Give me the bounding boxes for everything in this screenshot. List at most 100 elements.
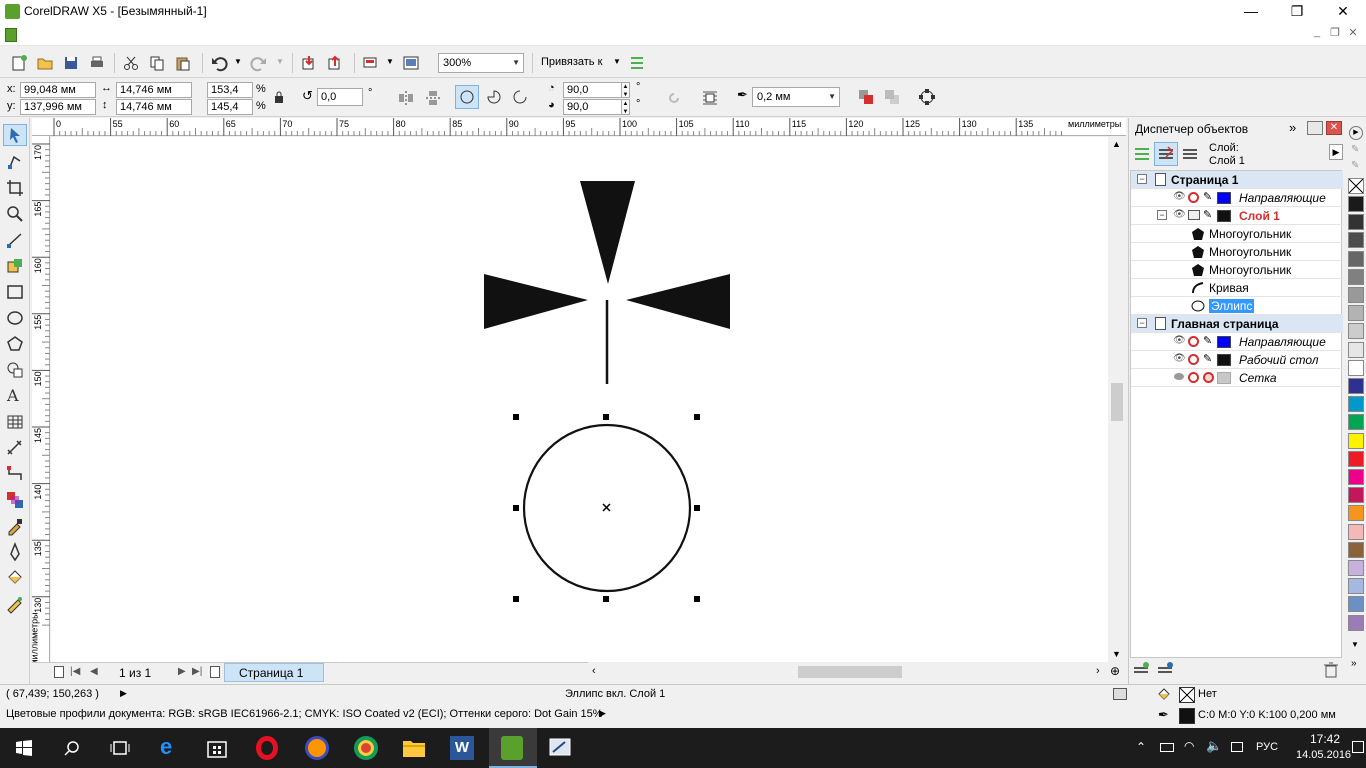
volume-icon[interactable]: 🔈 <box>1206 738 1222 754</box>
palette-swatch[interactable] <box>1348 378 1364 394</box>
mdi-minimize-button[interactable]: _ <box>1310 26 1324 38</box>
eyedropper-tool-icon[interactable] <box>5 516 25 536</box>
tree-row-layer[interactable]: Сетка <box>1131 369 1343 387</box>
tree-row-object[interactable]: Многоугольник <box>1131 243 1343 261</box>
scroll-left-icon[interactable]: ‹ <box>592 665 596 677</box>
dimension-tool-icon[interactable] <box>5 438 25 458</box>
layer-color-swatch[interactable] <box>1217 192 1231 204</box>
mirror-horizontal-icon[interactable] <box>397 89 415 107</box>
fill-tool-icon[interactable] <box>5 568 25 588</box>
selection-handle[interactable] <box>513 596 519 602</box>
vertical-ruler[interactable]: 170 165 160 155 150 145 140 135 130 миллиметры <box>30 136 50 666</box>
options-icon[interactable] <box>628 54 646 72</box>
minimize-button[interactable]: — <box>1228 0 1274 24</box>
freehand-tool-icon[interactable] <box>5 230 25 250</box>
scroll-right-icon[interactable]: › <box>1096 665 1100 677</box>
new-document-icon[interactable] <box>10 54 28 72</box>
palette-flyout-icon[interactable]: ▶ <box>1349 126 1363 140</box>
pencil-icon[interactable]: ✎ <box>1203 190 1212 203</box>
undo-dropdown-icon[interactable]: ▼ <box>234 57 242 66</box>
paste-icon[interactable] <box>174 54 192 72</box>
palette-expand-icon[interactable]: » <box>1351 658 1357 669</box>
collapse-icon[interactable]: − <box>1157 210 1167 220</box>
corel-capture-icon[interactable] <box>549 737 571 759</box>
redo-icon[interactable] <box>250 54 268 72</box>
palette-swatch[interactable] <box>1348 232 1364 249</box>
end-angle-spin[interactable]: ▲ ▼ <box>621 99 630 115</box>
polygon-left[interactable] <box>484 274 588 329</box>
opera-icon[interactable] <box>256 736 278 760</box>
no-print-icon[interactable] <box>1188 372 1199 383</box>
task-view-icon[interactable] <box>110 740 130 756</box>
action-center-icon[interactable] <box>1352 741 1364 753</box>
palette-swatch[interactable] <box>1348 505 1364 522</box>
text-tool-icon[interactable]: A <box>7 386 19 405</box>
palette-swatch[interactable] <box>1348 341 1364 358</box>
horizontal-scroll-thumb[interactable] <box>798 666 902 678</box>
cut-icon[interactable] <box>122 54 140 72</box>
center-marker-icon[interactable] <box>602 503 611 512</box>
firefox-icon[interactable] <box>305 736 329 760</box>
to-back-icon[interactable] <box>883 88 901 106</box>
palette-swatch[interactable] <box>1348 250 1364 267</box>
printer-icon[interactable] <box>1188 210 1200 220</box>
palette-swatch[interactable] <box>1348 614 1364 631</box>
palette-swatch[interactable] <box>1348 287 1364 303</box>
vertical-scroll-thumb[interactable] <box>1111 383 1123 421</box>
redo-dropdown-icon[interactable]: ▼ <box>276 57 284 66</box>
import-icon[interactable] <box>300 54 318 72</box>
show-object-properties-icon[interactable] <box>1132 144 1152 164</box>
color-profiles-info[interactable]: Цветовые профили документа: RGB: sRGB IE… <box>6 708 603 720</box>
snapshot-icon[interactable] <box>1113 688 1127 700</box>
palette-swatch[interactable] <box>1348 214 1364 231</box>
page-tab[interactable]: Страница 1 <box>224 663 324 682</box>
next-page-icon[interactable]: ▶ <box>178 666 186 677</box>
scale-y-field[interactable]: 145,4 <box>207 99 253 115</box>
scroll-up-icon[interactable]: ▲ <box>1112 139 1121 149</box>
vertical-scrollbar[interactable]: ▲ ▼ <box>1108 137 1126 662</box>
basic-shapes-tool-icon[interactable] <box>5 360 25 380</box>
layer-color-swatch[interactable] <box>1217 354 1231 366</box>
layer-color-swatch[interactable] <box>1217 372 1231 384</box>
end-angle-field[interactable]: 90,0 <box>563 99 623 115</box>
pie-icon[interactable] <box>485 88 503 106</box>
new-layer-icon[interactable] <box>1131 660 1151 680</box>
collapse-icon[interactable]: − <box>1137 174 1147 184</box>
edge-browser-icon[interactable]: e <box>160 734 172 760</box>
palette-swatch[interactable] <box>1348 196 1364 212</box>
palette-swatch[interactable] <box>1348 541 1364 558</box>
input-language[interactable]: РУС <box>1256 741 1278 753</box>
scale-x-field[interactable]: 153,4 <box>207 82 253 98</box>
clock-date[interactable]: 14.05.2016 <box>1296 749 1351 761</box>
welcome-screen-icon[interactable] <box>402 54 420 72</box>
maximize-button[interactable]: ❐ <box>1274 0 1320 24</box>
shape-tool-icon[interactable] <box>5 152 25 172</box>
no-color-swatch[interactable] <box>1348 178 1364 194</box>
eye-icon[interactable]: 👁 <box>1173 209 1186 220</box>
crop-tool-icon[interactable] <box>5 178 25 198</box>
connector-tool-icon[interactable] <box>5 464 25 484</box>
wrap-text-icon[interactable] <box>701 88 719 106</box>
expand-status-icon[interactable]: ▶ <box>120 688 127 699</box>
launcher-dropdown-icon[interactable]: ▼ <box>386 57 394 66</box>
tree-row-object[interactable]: Многоугольник <box>1131 261 1343 279</box>
arc-icon[interactable] <box>511 88 529 106</box>
outline-tool-icon[interactable] <box>5 542 25 562</box>
mirror-vertical-icon[interactable] <box>424 89 442 107</box>
wifi-icon[interactable]: ◠ <box>1184 739 1194 753</box>
tree-row-layer-active[interactable]: − 👁 ✎ Слой 1 <box>1131 207 1343 225</box>
palette-swatch[interactable] <box>1348 396 1364 413</box>
undo-icon[interactable] <box>210 54 228 72</box>
eye-hidden-icon[interactable] <box>1174 373 1184 380</box>
scroll-down-icon[interactable]: ▼ <box>1112 649 1121 659</box>
snap-to-dropdown-icon[interactable]: ▼ <box>613 57 621 66</box>
palette-swatch[interactable] <box>1348 560 1364 576</box>
navigator-icon[interactable]: ⊕ <box>1110 664 1120 678</box>
smart-fill-tool-icon[interactable] <box>5 256 25 276</box>
interactive-fill-tool-icon[interactable] <box>5 594 25 614</box>
drawing-canvas[interactable] <box>51 137 1108 662</box>
palette-eyedropper-icon-2[interactable]: ✎ <box>1351 160 1359 171</box>
lock-ratio-icon[interactable] <box>272 90 286 104</box>
palette-swatch[interactable] <box>1348 359 1364 376</box>
palette-swatch[interactable] <box>1348 469 1364 485</box>
